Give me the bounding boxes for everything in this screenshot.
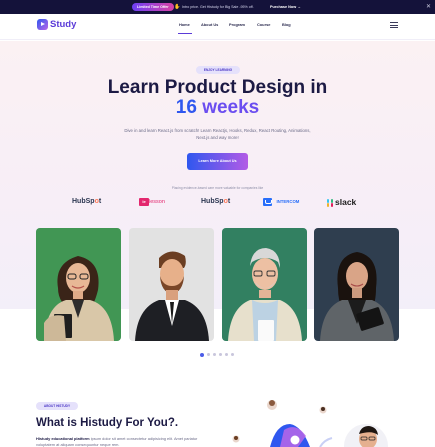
hand-wave-icon: ✋ [174,4,181,10]
hubspot-logo-text-end: t [98,198,102,205]
carousel-dot-4[interactable] [219,353,222,356]
hero-title-line2: 16 weeks [0,96,435,120]
hubspot-logo-2: HubSpot [201,196,230,208]
hubspot-logo-text: HubSp [72,198,95,205]
intercom-logo: INTERCOM [263,196,299,208]
slack-hash-icon [326,198,334,207]
logo-text[interactable]: Study [50,18,76,31]
hubspot-logo: HubSpot [72,196,101,208]
lesson-logo-text: lesson [149,199,165,205]
hubspot-logo-text-end: t [227,198,231,205]
slack-logo: slack [326,196,356,208]
nav-course[interactable]: Course [257,22,270,28]
about-badge: ABOUT HISTUDY [36,402,78,410]
about-illustration [232,400,388,447]
learn-more-button[interactable]: Learn More About Us [187,153,248,170]
promo-message: Intro price. Get Histudy for Big Sale -9… [182,5,254,9]
about-title: What is Histudy For You?. [36,417,179,429]
hero-badge: ENJOY LEARNING [196,66,240,74]
hamburger-icon[interactable] [390,22,398,28]
person-card-1[interactable] [36,228,121,341]
trusted-by-text: Placing evidence-based care more valuabl… [171,186,264,190]
purchase-now-link[interactable]: Purchase Now → [270,3,301,11]
carousel-dot-2[interactable] [207,353,210,356]
limited-offer-badge: Limited Time Offer [132,3,174,11]
man-beard-suit-image [129,228,214,341]
hubspot-logo-text: HubSp [201,198,224,205]
carousel-dot-5[interactable] [225,353,228,356]
woman-green-background-image [36,228,121,341]
nav-about-us[interactable]: About Us [201,22,218,28]
intercom-mark-icon [263,198,272,206]
carousel-dot-6[interactable] [231,353,234,356]
person-card-3[interactable] [222,228,307,341]
nav-home[interactable]: Home [179,22,190,28]
nav-blog[interactable]: Blog [282,22,291,28]
hero-title-word: weeks [202,97,260,118]
lesson-logo: le lesson [139,196,165,208]
hero-title-number: 16 [175,97,197,118]
older-man-glasses-image [222,228,307,341]
intercom-logo-text: INTERCOM [276,199,300,204]
person-card-2[interactable] [129,228,214,341]
carousel-dot-1[interactable] [200,352,204,357]
lesson-mark-icon: le [139,198,149,206]
close-icon[interactable]: ✕ [426,2,431,12]
person-card-4[interactable] [314,228,399,341]
nav-program[interactable]: Program [229,22,245,28]
logo-icon[interactable] [37,19,48,30]
about-text: Histudy educational platform ipsum dolor… [36,436,216,447]
slack-logo-text: slack [335,197,357,207]
about-text-bold: Histudy educational platform [36,436,90,441]
woman-tablet-image [314,228,399,341]
nav-active-indicator [178,33,192,34]
hero-subtitle: Dive in and learn React.js from scratch!… [124,128,311,140]
carousel-dot-3[interactable] [213,353,216,356]
promo-bar: Limited Time Offer ✋ Intro price. Get Hi… [0,0,435,14]
